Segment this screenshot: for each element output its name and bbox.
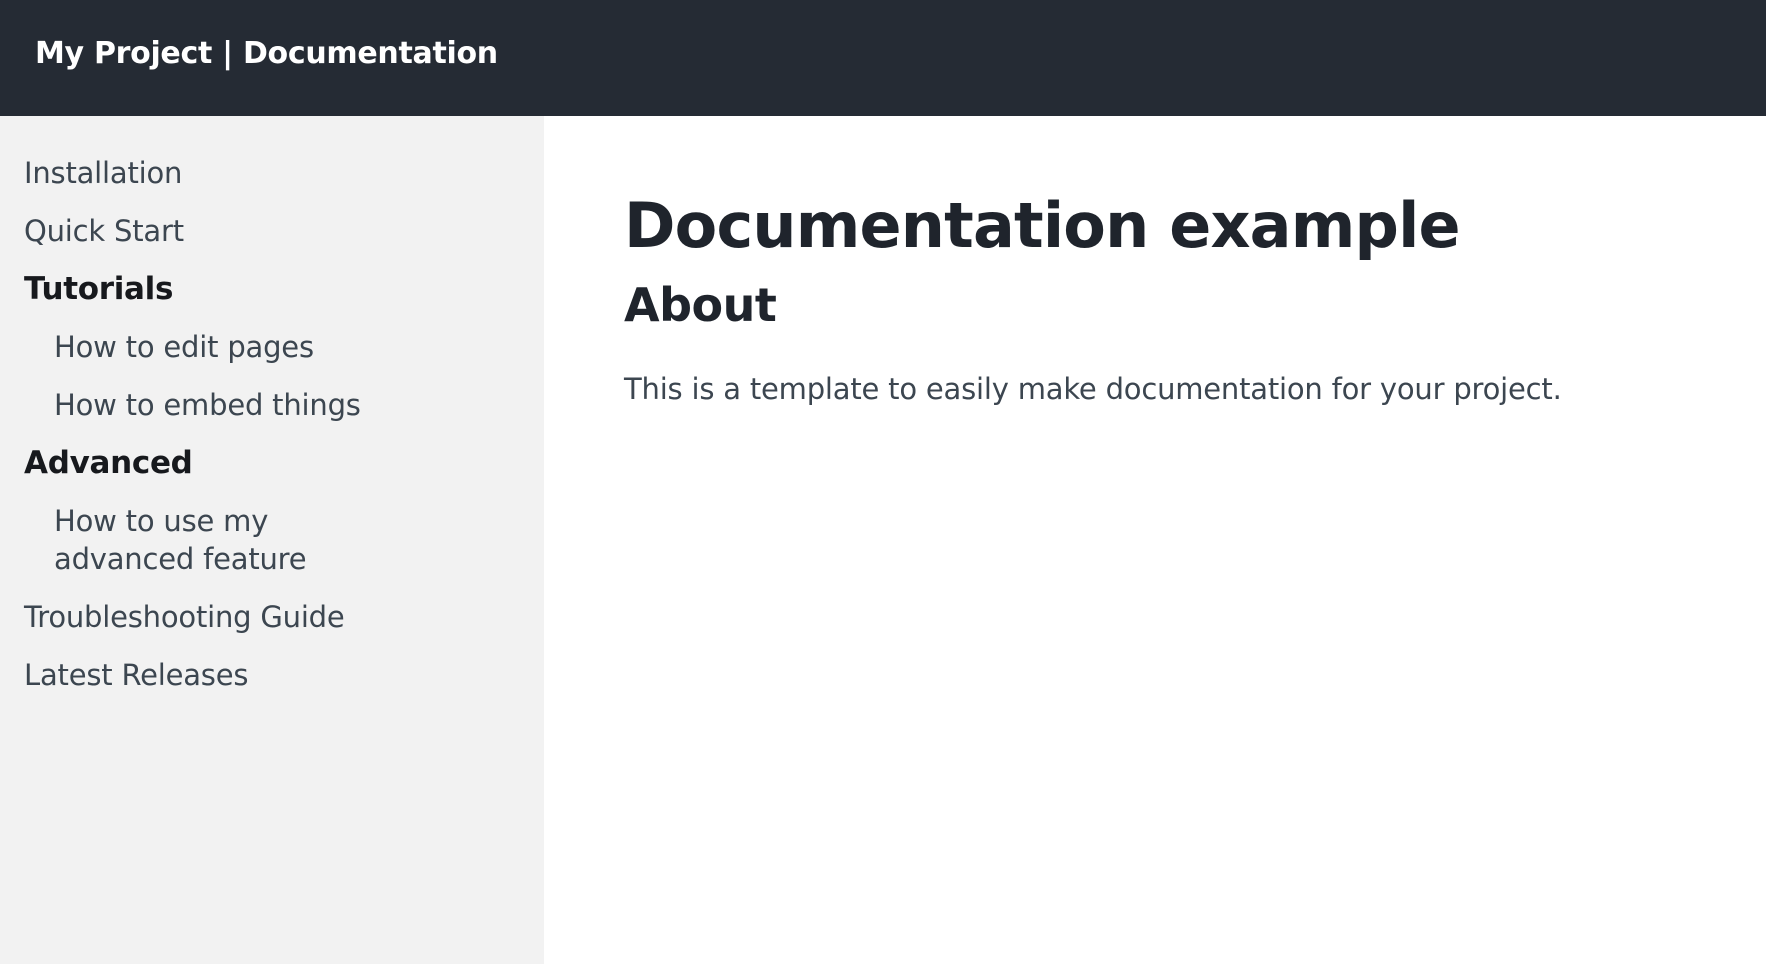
top-navbar: My Project | Documentation [0, 0, 1766, 116]
sidebar-item-latest-releases[interactable]: Latest Releases [24, 656, 544, 694]
section-heading-about: About [624, 278, 777, 332]
about-paragraph: This is a template to easily make docume… [624, 372, 1562, 406]
sidebar-item-installation[interactable]: Installation [24, 154, 544, 192]
sidebar-section-advanced: Advanced [24, 445, 193, 481]
sidebar-item-edit-pages[interactable]: How to edit pages [24, 328, 504, 366]
main-content: Documentation example About This is a te… [544, 116, 1766, 964]
sidebar-section-tutorials: Tutorials [24, 271, 174, 307]
sidebar-item-troubleshooting[interactable]: Troubleshooting Guide [24, 598, 544, 636]
site-title-link[interactable]: My Project | Documentation [35, 36, 498, 71]
page-title: Documentation example [624, 189, 1461, 262]
sidebar: Installation Quick Start Tutorials How t… [0, 116, 544, 964]
sidebar-item-quick-start[interactable]: Quick Start [24, 212, 544, 250]
sidebar-item-advanced-feature[interactable]: How to use my advanced feature [24, 502, 404, 578]
sidebar-item-embed-things[interactable]: How to embed things [24, 386, 504, 424]
